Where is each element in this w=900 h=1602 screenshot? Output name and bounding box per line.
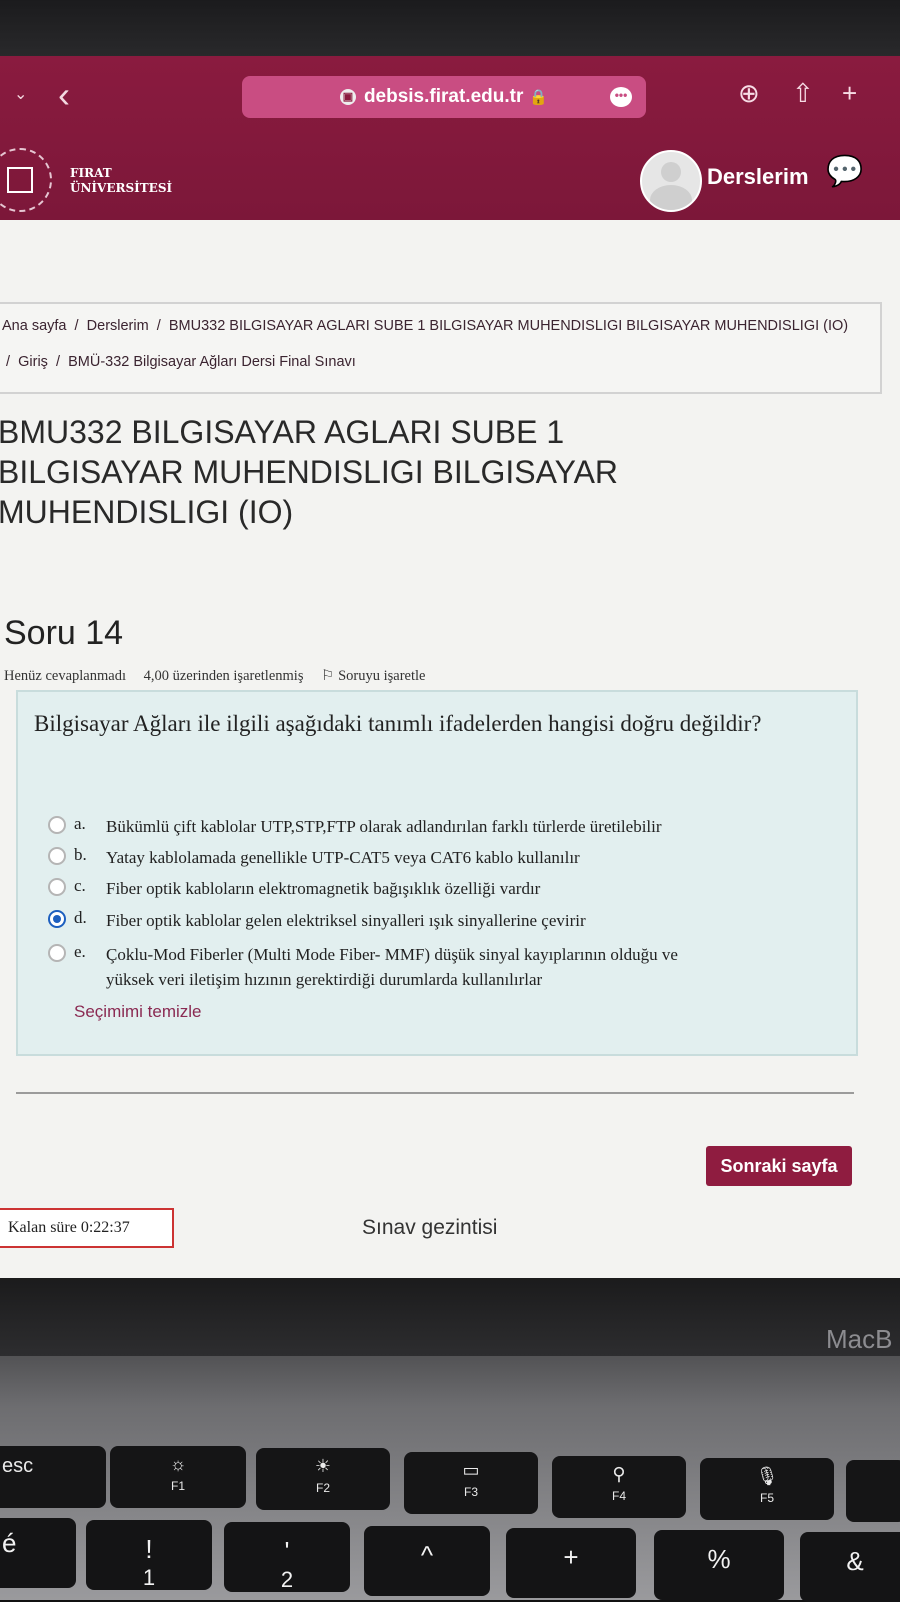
breadcrumb-course[interactable]: BMU332 BILGISAYAR AGLARI SUBE 1 BILGISAY… — [169, 318, 848, 334]
section-key[interactable]: é — [0, 1518, 76, 1588]
radio-option-a[interactable] — [48, 816, 66, 834]
brightness-up-icon: ☀ — [314, 1456, 332, 1476]
key-sublabel: 2 — [280, 1567, 294, 1592]
f1-key[interactable]: ☼ F1 — [110, 1446, 246, 1508]
courses-link[interactable]: Derslerim — [707, 164, 809, 190]
lock-icon: 🔒 — [529, 89, 549, 106]
key-label: F5 — [759, 1491, 774, 1505]
key-2[interactable]: ' 2 — [224, 1522, 350, 1592]
esc-key[interactable]: esc — [0, 1446, 106, 1508]
f4-key[interactable]: ⚲ F4 — [552, 1456, 686, 1518]
site-header: ⌄ ‹ ▣ debsis.firat.edu.tr 🔒 ••• ⊕ ⇧ + FI… — [0, 56, 900, 220]
university-logo — [0, 148, 52, 212]
breadcrumb-exam[interactable]: BMÜ-332 Bilgisayar Ağları Dersi Final Sı… — [68, 354, 356, 370]
quiz-navigation-label[interactable]: Sınav gezintisi — [362, 1216, 497, 1240]
mission-control-icon: ▭ — [462, 1460, 480, 1480]
breadcrumb-sep: / — [2, 354, 15, 370]
question-number: Soru 14 — [4, 614, 124, 652]
radio-option-c[interactable] — [48, 878, 66, 896]
question-box: Bilgisayar Ağları ile ilgili aşağıdaki t… — [16, 690, 858, 1056]
key-label: & — [846, 1546, 864, 1576]
option-text: Yatay kablolamada genellikle UTP-CAT5 ve… — [106, 848, 580, 867]
logo-emblem-icon — [7, 167, 33, 193]
key-label: + — [563, 1542, 579, 1572]
option-text: Fiber optik kabloların elektromagnetik b… — [106, 879, 541, 898]
clear-selection-link[interactable]: Seçimimi temizle — [74, 1002, 202, 1022]
breadcrumb-sep: / — [152, 318, 165, 334]
flag-label: Soruyu işaretle — [338, 668, 426, 684]
f2-key[interactable]: ☀ F2 — [256, 1448, 390, 1510]
new-tab-icon[interactable]: + — [842, 78, 857, 109]
spotlight-search-icon: ⚲ — [612, 1464, 626, 1484]
key-label: F1 — [170, 1479, 185, 1493]
option-text: Çoklu-Mod Fiberler (Multi Mode Fiber- MM… — [106, 945, 678, 964]
key-5[interactable]: % — [654, 1530, 784, 1600]
brightness-down-icon: ☼ — [169, 1454, 187, 1474]
option-text-line2: yüksek veri iletişim hızının gerektirdiğ… — [106, 970, 543, 989]
radio-option-e[interactable] — [48, 944, 66, 962]
university-name: FIRAT ÜNİVERSİTESİ — [70, 166, 172, 196]
key-label: ' — [284, 1536, 290, 1566]
answer-status: Henüz cevaplanmadı — [4, 668, 126, 684]
key-label: ! — [145, 1534, 153, 1564]
option-letter: e. — [74, 942, 86, 961]
key-label: esc — [2, 1455, 34, 1477]
breadcrumb-sep: / — [51, 354, 65, 370]
question-grade: 4,00 üzerinden işaretlenmiş — [143, 668, 304, 684]
key-3[interactable]: ^ — [364, 1526, 490, 1596]
breadcrumb-home[interactable]: Ana sayfa — [2, 318, 67, 334]
flag-icon: ⚐ — [321, 668, 335, 684]
breadcrumb: Ana sayfa / Derslerim / BMU332 BILGISAYA… — [0, 302, 882, 394]
key-label: F2 — [315, 1481, 330, 1495]
option-text: Bükümlü çift kablolar UTP,STP,FTP olarak… — [106, 817, 662, 836]
key-1[interactable]: ! 1 — [86, 1520, 212, 1590]
f3-key[interactable]: ▭ F3 — [404, 1452, 538, 1514]
key-label: ^ — [420, 1540, 434, 1570]
f6-key[interactable] — [846, 1460, 900, 1522]
question-info: Henüz cevaplanmadı 4,00 üzerinden işaret… — [4, 668, 453, 685]
microphone-icon: 🎙 — [755, 1466, 779, 1486]
option-letter: d. — [74, 908, 87, 927]
laptop-hinge — [0, 1278, 900, 1356]
breadcrumb-sep: / — [70, 318, 83, 334]
avatar[interactable] — [640, 150, 702, 212]
next-page-button[interactable]: Sonraki sayfa — [706, 1146, 852, 1186]
key-4[interactable]: + — [506, 1528, 636, 1598]
key-sublabel: 1 — [142, 1565, 156, 1590]
option-text: Fiber optik kablolar gelen elektriksel s… — [106, 911, 586, 930]
radio-option-d-selected[interactable] — [48, 910, 66, 928]
time-remaining: Kalan süre 0:22:37 — [0, 1208, 174, 1248]
more-options-icon[interactable]: ••• — [610, 87, 632, 107]
site-favicon-icon: ▣ — [339, 89, 356, 105]
screen-bezel — [0, 0, 900, 60]
tab-dropdown-icon[interactable]: ⌄ — [14, 84, 27, 104]
address-bar[interactable]: ▣ debsis.firat.edu.tr 🔒 ••• — [242, 76, 646, 118]
key-6[interactable]: & — [800, 1532, 900, 1602]
key-label: F4 — [611, 1489, 626, 1503]
laptop-brand-text: MacB — [826, 1324, 893, 1354]
divider — [16, 1092, 854, 1094]
breadcrumb-intro[interactable]: Giriş — [18, 354, 48, 370]
question-text: Bilgisayar Ağları ile ilgili aşağıdaki t… — [34, 711, 762, 736]
option-letter: b. — [74, 845, 87, 864]
browser-window: ⌄ ‹ ▣ debsis.firat.edu.tr 🔒 ••• ⊕ ⇧ + FI… — [0, 56, 900, 1278]
key-label: é — [2, 1528, 17, 1558]
logo-line2: ÜNİVERSİTESİ — [70, 181, 173, 195]
messages-icon[interactable]: 💬 — [826, 154, 863, 189]
radio-option-b[interactable] — [48, 847, 66, 865]
back-arrow-icon[interactable]: ‹ — [58, 74, 70, 116]
share-icon[interactable]: ⇧ — [792, 78, 814, 109]
f5-key[interactable]: 🎙 F5 — [700, 1458, 834, 1520]
page-title: BMU332 BILGISAYAR AGLARI SUBE 1 BILGISAY… — [0, 414, 619, 530]
flag-question-link[interactable]: ⚐ Soruyu işaretle — [321, 668, 439, 684]
breadcrumb-courses[interactable]: Derslerim — [87, 318, 149, 334]
key-label: % — [707, 1544, 731, 1574]
key-label: F3 — [463, 1485, 478, 1499]
download-icon[interactable]: ⊕ — [738, 78, 760, 109]
option-letter: a. — [74, 814, 86, 833]
logo-line1: FIRAT — [70, 166, 112, 180]
url-text: debsis.firat.edu.tr — [363, 86, 524, 107]
option-letter: c. — [74, 876, 86, 895]
